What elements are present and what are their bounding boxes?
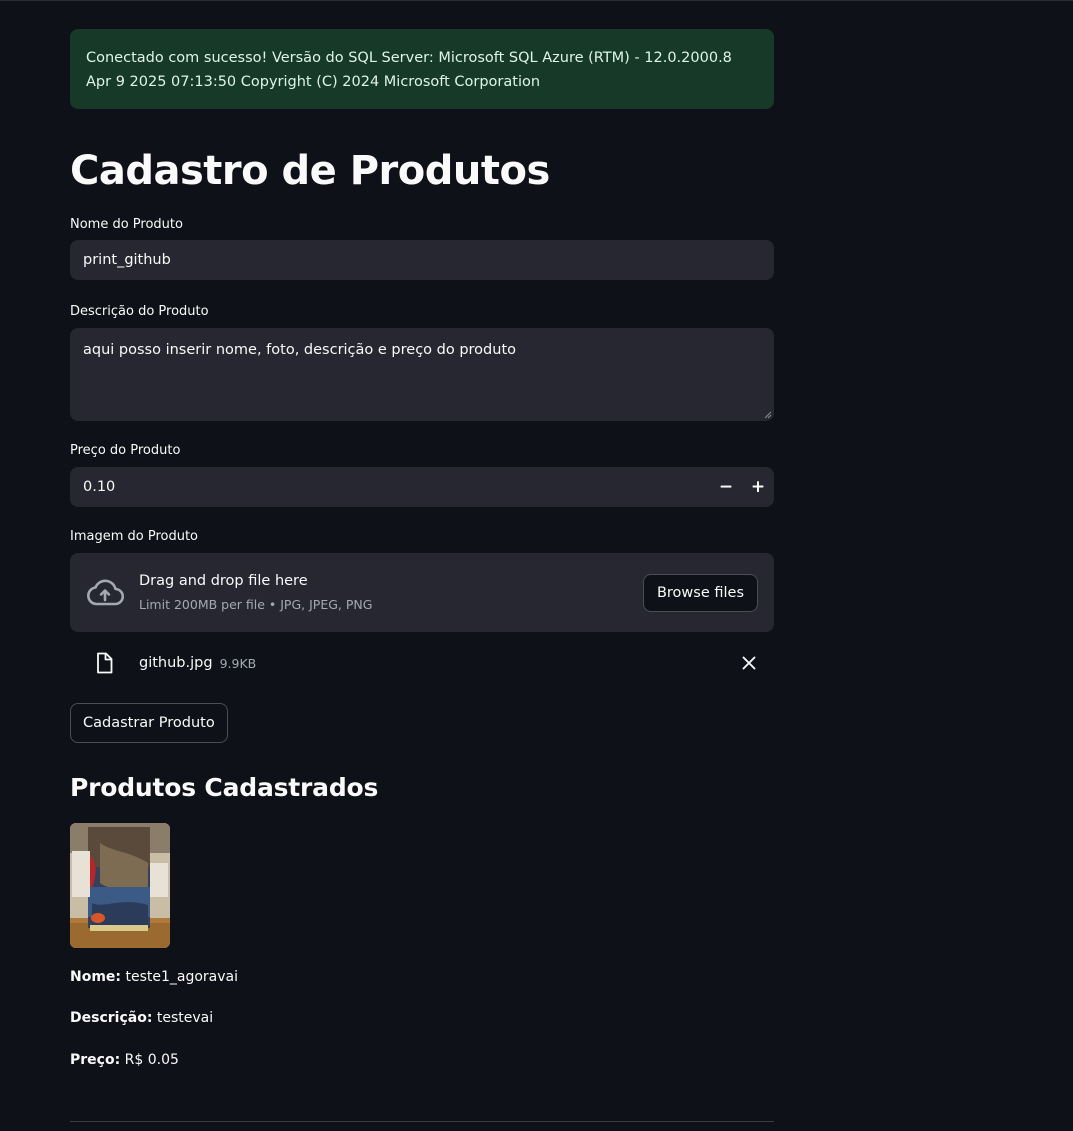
product-image bbox=[70, 823, 170, 948]
uploaded-file-row: github.jpg 9.9KB bbox=[70, 632, 774, 694]
product-description-textarea[interactable]: aqui posso inserir nome, foto, descrição… bbox=[70, 328, 774, 421]
product-description-key: Descrição: bbox=[70, 1010, 153, 1026]
cadastrar-produto-button[interactable]: Cadastrar Produto bbox=[70, 703, 228, 743]
product-price: R$ 0.05 bbox=[124, 1052, 179, 1068]
file-icon bbox=[97, 652, 113, 674]
product-price-key: Preço: bbox=[70, 1052, 121, 1068]
top-border bbox=[0, 0, 1073, 1]
resize-handle-icon[interactable] bbox=[764, 411, 772, 419]
price-stepper: − + bbox=[710, 467, 774, 507]
page-title: Cadastro de Produtos bbox=[70, 148, 550, 194]
uploader-limits: Limit 200MB per file • JPG, JPEG, PNG bbox=[139, 597, 373, 612]
connection-success-alert: Conectado com sucesso! Versão do SQL Ser… bbox=[70, 29, 774, 109]
file-uploader-dropzone[interactable]: Drag and drop file here Limit 200MB per … bbox=[70, 553, 774, 632]
uploaded-file-size: 9.9KB bbox=[219, 655, 257, 671]
main-content: Conectado com sucesso! Versão do SQL Ser… bbox=[70, 29, 774, 1122]
product-price-number-input[interactable]: 0.10 − + bbox=[70, 467, 774, 507]
product-name-row: Nome: teste1_agoravai bbox=[70, 967, 774, 987]
product-description: testevai bbox=[156, 1010, 214, 1026]
product-card bbox=[70, 823, 774, 948]
product-name: teste1_agoravai bbox=[125, 969, 239, 985]
product-description-label: Descrição do Produto bbox=[70, 304, 209, 319]
product-description-value: aqui posso inserir nome, foto, descrição… bbox=[83, 342, 516, 358]
product-price-label: Preço do Produto bbox=[70, 443, 181, 458]
product-description-row: Descrição: testevai bbox=[70, 1008, 774, 1028]
divider bbox=[70, 1121, 774, 1122]
decrement-button[interactable]: − bbox=[710, 467, 742, 507]
products-heading: Produtos Cadastrados bbox=[70, 773, 379, 802]
product-image-label: Imagem do Produto bbox=[70, 529, 199, 544]
product-price-value: 0.10 bbox=[83, 479, 116, 495]
product-name-label: Nome do Produto bbox=[70, 217, 183, 232]
cloud-upload-icon bbox=[87, 579, 124, 605]
browse-files-button[interactable]: Browse files bbox=[642, 573, 758, 612]
product-price-row: Preço: R$ 0.05 bbox=[70, 1050, 774, 1070]
increment-button[interactable]: + bbox=[742, 467, 774, 507]
product-name-input[interactable]: print_github bbox=[70, 240, 774, 280]
close-icon[interactable] bbox=[742, 656, 756, 670]
uploader-instructions: Drag and drop file here Limit 200MB per … bbox=[139, 570, 643, 615]
alert-message: Conectado com sucesso! Versão do SQL Ser… bbox=[86, 50, 732, 90]
product-name-value: print_github bbox=[83, 252, 171, 268]
uploader-title: Drag and drop file here bbox=[139, 573, 308, 589]
product-name-key: Nome: bbox=[70, 969, 122, 985]
uploaded-file-name: github.jpg bbox=[139, 655, 213, 671]
